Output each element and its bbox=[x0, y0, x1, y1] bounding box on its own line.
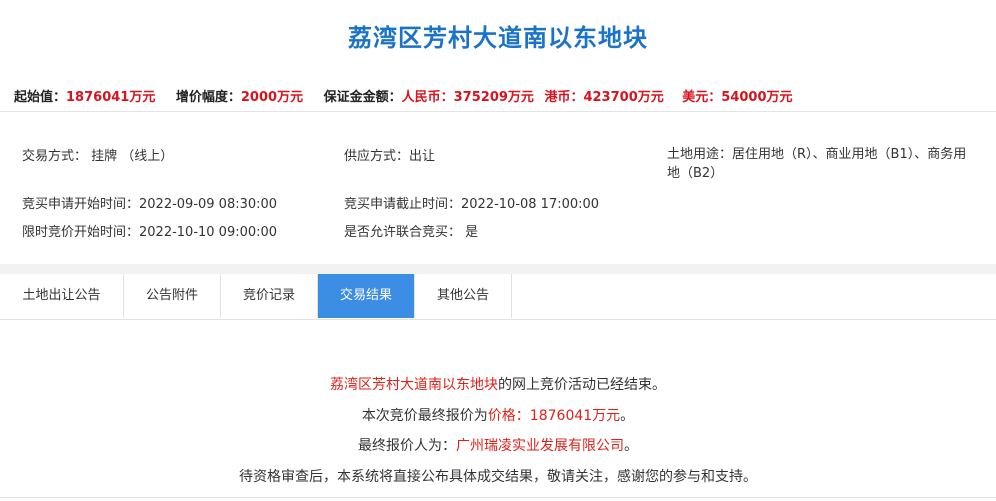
price-bar: 起始值：1876041万元 增价幅度：2000万元 保证金金额：人民币：3752… bbox=[14, 86, 809, 105]
tab-bid-records[interactable]: 竞价记录 bbox=[221, 274, 318, 318]
joint-bid-allowed: 是否允许联合竞买： 是 bbox=[344, 225, 479, 240]
divider bbox=[0, 497, 996, 498]
tab-bar: 土地出让公告 公告附件 竞价记录 交易结果 其他公告 bbox=[0, 274, 996, 320]
apply-start-time: 竞买申请开始时间：2022-09-09 08:30:00 bbox=[22, 197, 278, 212]
deposit-amount: 保证金金额：人民币：375209万元 bbox=[323, 90, 534, 105]
trade-method: 交易方式： 挂牌 （线上） bbox=[22, 149, 174, 164]
tab-land-announcement[interactable]: 土地出让公告 bbox=[0, 274, 124, 318]
land-use: 土地用途：居住用地（R）、商业用地（B1）、商务用地（B2） bbox=[667, 147, 967, 181]
parcel-name: 荔湾区芳村大道南以东地块 bbox=[330, 377, 498, 393]
trade-result-panel: 荔湾区芳村大道南以东地块的网上竞价活动已经结束。 本次竞价最终报价为价格：187… bbox=[0, 370, 996, 492]
tab-announcement-attachments[interactable]: 公告附件 bbox=[124, 274, 221, 318]
final-bidder: 广州瑞凌实业发展有限公司 bbox=[456, 438, 624, 454]
bid-start-time: 限时竞价开始时间：2022-10-10 09:00:00 bbox=[22, 225, 278, 240]
result-line-4: 待资格审查后，本系统将直接公布具体成交结果，敬请关注，感谢您的参与和支持。 bbox=[239, 468, 757, 485]
section-separator bbox=[0, 264, 996, 274]
page-title: 荔湾区芳村大道南以东地块 bbox=[348, 24, 648, 52]
result-line-3: 最终报价人为：广州瑞凌实业发展有限公司。 bbox=[358, 438, 638, 454]
deposit-usd: 美元：54000万元 bbox=[682, 90, 793, 105]
divider bbox=[0, 111, 996, 112]
tab-other-announcements[interactable]: 其他公告 bbox=[415, 274, 512, 318]
bid-increment: 增价幅度：2000万元 bbox=[175, 90, 304, 105]
result-line-2: 本次竞价最终报价为价格：1876041万元。 bbox=[361, 407, 635, 424]
supply-method: 供应方式：出让 bbox=[344, 149, 436, 164]
deposit-hkd: 港币：423700万元 bbox=[544, 90, 664, 105]
start-price: 起始值：1876041万元 bbox=[14, 90, 156, 105]
final-price: 价格：1876041万元 bbox=[487, 407, 621, 424]
apply-end-time: 竞买申请截止时间：2022-10-08 17:00:00 bbox=[344, 197, 600, 212]
tab-trade-result[interactable]: 交易结果 bbox=[318, 274, 415, 318]
result-line-1: 荔湾区芳村大道南以东地块的网上竞价活动已经结束。 bbox=[330, 377, 666, 393]
